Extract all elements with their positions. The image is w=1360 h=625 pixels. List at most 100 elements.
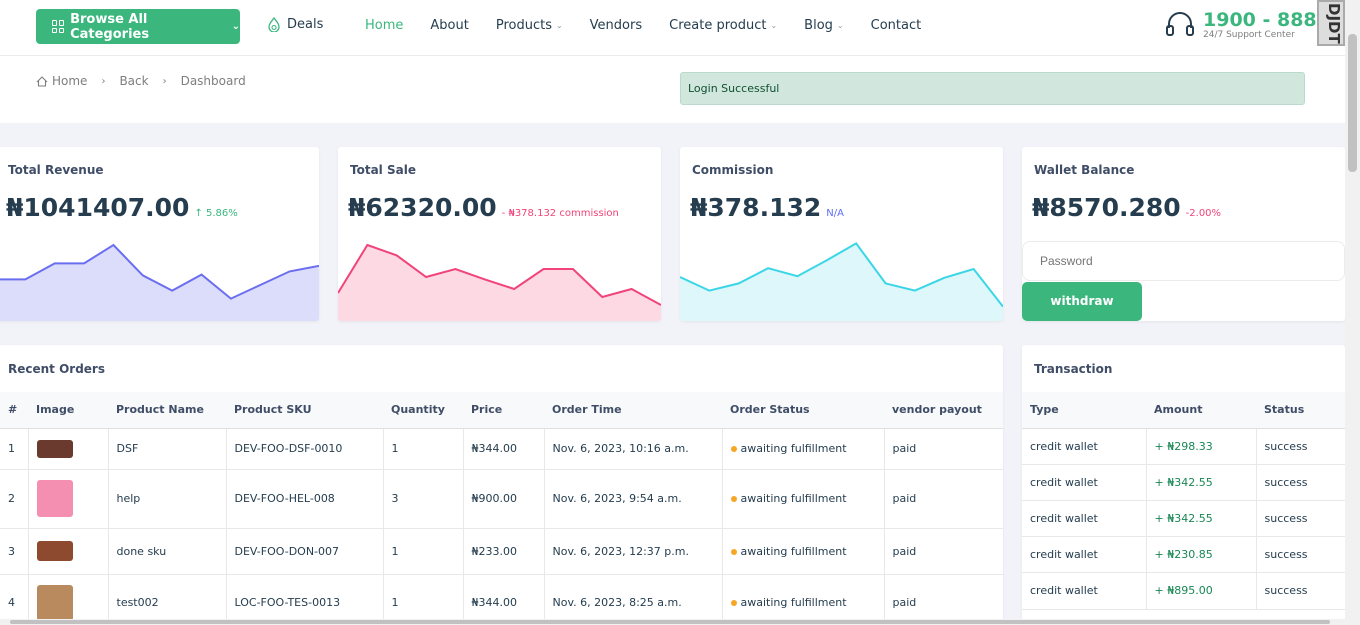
transaction-title: Transaction [1034,362,1113,376]
nav-item-create-product[interactable]: Create product ⌄ [669,18,777,33]
recent-orders-title: Recent Orders [8,362,105,376]
support-center[interactable]: 1900 - 888 24/7 Support Center [1165,10,1317,40]
price: ₦344.00 [463,428,545,470]
col-header: Type [1022,392,1146,429]
browse-categories-button[interactable]: Browse All Categories ⌄ [36,9,240,44]
table-row[interactable]: 4 test002 LOC-FOO-TES-0013 1 ₦344.00 Nov… [0,574,1003,625]
col-header: vendor payout [884,392,1003,429]
vendor-payout: paid [884,428,1003,470]
tx-amount: + ₦298.33 [1146,428,1257,465]
sale-label: Total Sale [350,163,416,177]
price: ₦233.00 [463,528,545,575]
tx-type: credit wallet [1022,536,1147,573]
main-nav: Home About Products ⌄ Vendors Create prod… [365,18,948,33]
nav-label: Create product [669,18,767,33]
row-number: 1 [0,428,29,470]
horizontal-scrollbar[interactable] [0,619,1345,625]
withdraw-password-input[interactable] [1022,241,1345,281]
status-dot-icon [730,496,737,502]
table-row[interactable]: credit wallet + ₦342.55 success [1022,500,1345,537]
nav-item-blog[interactable]: Blog ⌄ [804,18,843,33]
commission-value: ₦378.132 [690,193,822,222]
nav-item-about[interactable]: About [430,18,468,33]
deals-label: Deals [287,17,324,32]
revenue-change: ↑ 5.86% [194,208,238,219]
vendor-payout: paid [884,528,1003,575]
tx-amount: + ₦230.85 [1146,536,1257,573]
product-image [28,528,109,575]
chevron-down-icon: ⌄ [555,21,563,30]
headset-icon [1166,12,1194,36]
revenue-sparkline [0,243,319,321]
revenue-amount: ₦1041407.00 ↑ 5.86% [6,193,238,222]
row-number: 2 [0,469,29,529]
order-status: awaiting fulfillment [722,428,885,470]
product-thumbnail [36,480,73,517]
product-name: done sku [108,528,227,575]
chevron-right-icon: › [101,75,106,87]
debug-toolbar-handle[interactable]: DJDT [1317,0,1345,46]
product-name: help [108,469,227,529]
wallet-value: ₦8570.280 [1032,193,1181,222]
product-sku: DEV-FOO-HEL-008 [226,469,384,529]
tx-amount: + ₦342.55 [1146,500,1257,537]
flame-icon [268,17,280,32]
home-icon [36,75,48,87]
tx-status: success [1256,536,1345,573]
nav-item-home[interactable]: Home [365,18,403,33]
nav-item-products[interactable]: Products ⌄ [496,18,563,33]
chevron-down-icon: ⌄ [770,21,778,30]
wallet-change: -2.00% [1185,208,1222,219]
table-row[interactable]: 3 done sku DEV-FOO-DON-007 1 ₦233.00 Nov… [0,528,1003,575]
sale-sparkline [338,243,661,321]
col-header: Order Time [544,392,722,429]
tx-type: credit wallet [1022,500,1147,537]
revenue-value: ₦1041407.00 [6,193,190,222]
product-sku: DEV-FOO-DSF-0010 [226,428,384,470]
nav-label: Products [495,18,552,33]
table-row[interactable]: 1 DSF DEV-FOO-DSF-0010 1 ₦344.00 Nov. 6,… [0,428,1003,470]
breadcrumb-home[interactable]: Home [36,74,87,88]
withdraw-button[interactable]: withdraw [1022,282,1142,321]
col-header: Status [1256,392,1345,429]
scrollbar-thumb[interactable] [10,620,1330,624]
quantity: 3 [383,469,464,529]
product-thumbnail [36,439,73,458]
table-row[interactable]: credit wallet + ₦298.33 success [1022,428,1345,465]
sparkline-area [338,245,661,321]
table-row[interactable]: credit wallet + ₦230.85 success [1022,536,1345,573]
nav-item-contact[interactable]: Contact [871,18,922,33]
nav-label: Blog [804,18,833,33]
table-row[interactable]: 2 help DEV-FOO-HEL-008 3 ₦900.00 Nov. 6,… [0,469,1003,529]
sale-commission: - ₦378.132 commission [501,208,619,219]
status-text: awaiting fulfillment [740,544,847,558]
commission-sparkline [680,242,1003,321]
nav-label: Vendors [589,18,643,33]
recent-orders-panel: Recent Orders # Image Product Name Produ… [0,345,1003,625]
breadcrumb-back[interactable]: Back [119,74,148,88]
breadcrumb-dashboard: Dashboard [180,74,246,88]
deals-link[interactable]: Deals [268,17,323,32]
chevron-down-icon: ⌄ [836,21,844,30]
nav-label: About [430,18,469,33]
vertical-scrollbar[interactable] [1345,0,1360,625]
row-number: 3 [0,528,29,575]
breadcrumb-label: Home [52,74,88,88]
tx-type: credit wallet [1022,464,1147,501]
dashboard-content: Total Revenue ₦1041407.00 ↑ 5.86% Total S… [0,123,1345,625]
commission-label: Commission [692,163,774,177]
table-row[interactable]: credit wallet + ₦895.00 success [1022,572,1345,610]
scrollbar-thumb[interactable] [1348,34,1357,172]
col-header: Product SKU [226,392,383,429]
wallet-label: Wallet Balance [1034,163,1135,177]
col-header: Image [28,392,108,429]
col-header: # [0,392,28,429]
site-header: Browse All Categories ⌄ Deals Home About… [0,0,1345,56]
grid-icon [52,20,64,33]
tx-status: success [1256,572,1345,610]
product-image [28,469,109,529]
table-row[interactable]: credit wallet + ₦342.55 success [1022,464,1345,501]
col-header: Price [463,392,544,429]
nav-item-vendors[interactable]: Vendors [590,18,642,33]
commission-amount: ₦378.132 N/A [690,193,844,222]
